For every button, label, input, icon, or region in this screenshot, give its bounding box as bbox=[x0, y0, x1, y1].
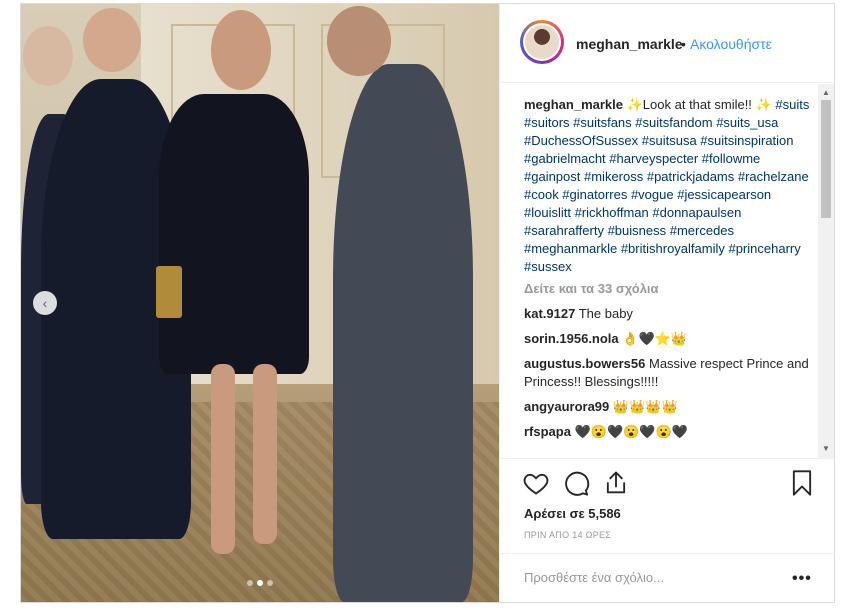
post-modal: ‹ meghan_markle • Ακολουθήστε meghan_mar… bbox=[20, 3, 835, 603]
scroll-down-icon[interactable]: ▼ bbox=[818, 442, 834, 456]
likes-count[interactable]: Αρέσει σε 5,586 bbox=[524, 506, 621, 521]
add-comment-input[interactable]: Προσθέστε ένα σχόλιο... bbox=[524, 570, 764, 585]
person-leg bbox=[253, 364, 277, 544]
bookmark-icon bbox=[792, 470, 812, 496]
comment-username[interactable]: rfspapa bbox=[524, 424, 571, 439]
comment-username[interactable]: angyaurora99 bbox=[524, 399, 609, 414]
carousel-dots bbox=[247, 580, 273, 586]
comment-item: angyaurora99 👑👑👑👑 bbox=[524, 398, 810, 416]
scrollbar-thumb[interactable] bbox=[821, 100, 831, 218]
comment-username[interactable]: augustus.bowers56 bbox=[524, 356, 645, 371]
comment-username[interactable]: kat.9127 bbox=[524, 306, 575, 321]
comments-scrollbar[interactable]: ▲ ▼ bbox=[818, 84, 834, 458]
header-separator: • bbox=[681, 36, 686, 52]
caption-text: ✨Look at that smile!! ✨ bbox=[626, 97, 772, 112]
post-header: meghan_markle • Ακολουθήστε bbox=[500, 4, 835, 83]
person-head bbox=[83, 8, 141, 72]
person-head bbox=[23, 26, 73, 86]
header-username[interactable]: meghan_markle bbox=[576, 36, 683, 52]
comment-text: The baby bbox=[578, 306, 633, 321]
person-man-grey bbox=[333, 64, 473, 602]
share-icon bbox=[606, 471, 626, 494]
comment-button[interactable] bbox=[562, 469, 590, 497]
carousel-dot-active bbox=[257, 580, 263, 586]
comment-text: 👑👑👑👑 bbox=[612, 399, 678, 414]
add-comment-bar: Προσθέστε ένα σχόλιο... ••• bbox=[500, 553, 835, 604]
post-actions: Αρέσει σε 5,586 ΠΡΙΝ ΑΠΟ 14 ΩΡΕΣ Προσθέσ… bbox=[500, 458, 835, 603]
person-head bbox=[211, 10, 271, 90]
comment-item: kat.9127 The baby bbox=[524, 305, 810, 323]
clutch-bag bbox=[156, 266, 182, 318]
more-options-button[interactable]: ••• bbox=[792, 570, 812, 588]
share-button[interactable] bbox=[602, 469, 630, 497]
post-timestamp[interactable]: ΠΡΙΝ ΑΠΟ 14 ΩΡΕΣ bbox=[524, 530, 611, 540]
caption-username[interactable]: meghan_markle bbox=[524, 97, 623, 112]
like-button[interactable] bbox=[522, 469, 550, 497]
carousel-prev-button[interactable]: ‹ bbox=[33, 291, 57, 315]
comment-text: 👌🖤⭐👑 bbox=[622, 331, 688, 346]
scroll-up-icon[interactable]: ▲ bbox=[818, 86, 834, 100]
person-woman-dress bbox=[159, 94, 309, 374]
follow-button[interactable]: Ακολουθήστε bbox=[690, 36, 772, 52]
chevron-left-icon: ‹ bbox=[42, 295, 48, 311]
post-sidebar: meghan_markle • Ακολουθήστε meghan_markl… bbox=[499, 4, 835, 602]
comment-icon bbox=[565, 471, 590, 496]
comments-list[interactable]: meghan_markle ✨Look at that smile!! ✨ #s… bbox=[524, 96, 810, 458]
comment-text: 🖤😮🖤😮🖤😮🖤 bbox=[574, 424, 688, 439]
post-photo[interactable]: ‹ bbox=[21, 4, 499, 602]
comment-item: sorin.1956.nola 👌🖤⭐👑 bbox=[524, 330, 810, 348]
save-button[interactable] bbox=[788, 469, 816, 497]
avatar[interactable] bbox=[520, 20, 564, 64]
avatar-image bbox=[525, 25, 559, 59]
view-all-comments-link[interactable]: Δείτε και τα 33 σχόλια bbox=[524, 280, 810, 298]
comment-item: rfspapa 🖤😮🖤😮🖤😮🖤 bbox=[524, 423, 810, 441]
heart-icon bbox=[523, 473, 549, 495]
carousel-dot bbox=[247, 580, 253, 586]
person-leg bbox=[211, 364, 235, 554]
carousel-dot bbox=[267, 580, 273, 586]
comment-item: augustus.bowers56 Massive respect Prince… bbox=[524, 355, 810, 391]
comment-username[interactable]: sorin.1956.nola bbox=[524, 331, 619, 346]
post-caption: meghan_markle ✨Look at that smile!! ✨ #s… bbox=[524, 96, 810, 276]
person-head bbox=[327, 6, 391, 76]
caption-hashtags[interactable]: #suits #suitors #suitsfans #suitsfandom … bbox=[524, 97, 809, 274]
